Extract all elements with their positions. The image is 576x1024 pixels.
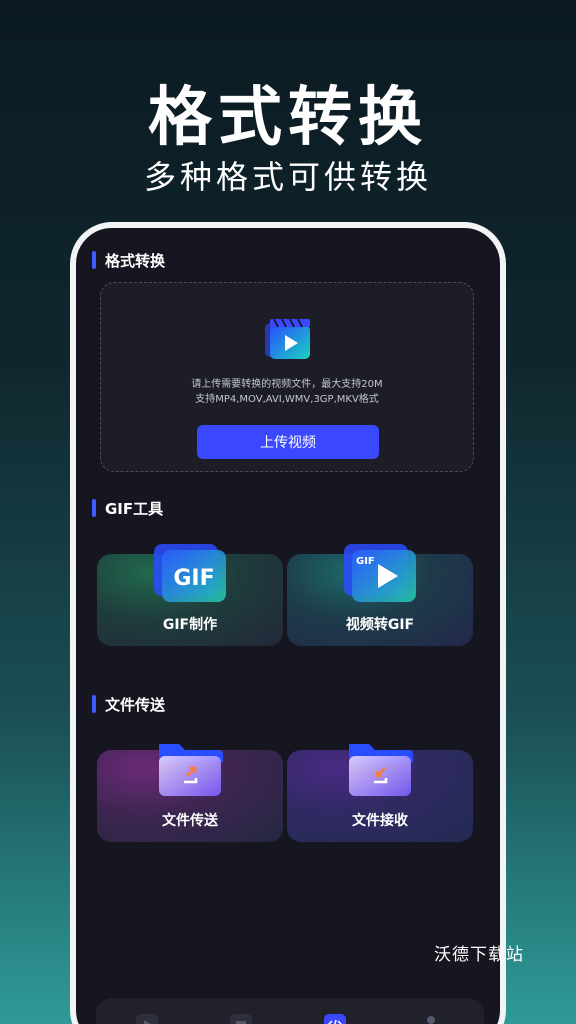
svg-text:GIF: GIF xyxy=(356,556,375,567)
folder-send-icon xyxy=(159,744,223,796)
folder-tab-icon[interactable] xyxy=(230,1014,252,1024)
gif-make-label: GIF制作 xyxy=(162,617,218,633)
section-accent-bar xyxy=(92,695,96,713)
profile-tab-icon[interactable] xyxy=(420,1014,442,1024)
clapperboard-icon xyxy=(265,318,310,359)
section-title-transfer: 文件传送 xyxy=(105,695,166,714)
folder-receive-icon xyxy=(349,744,413,796)
upload-description-line1: 请上传需要转换的视频文件，最大支持20M xyxy=(191,379,383,390)
hero-subtitle: 多种格式可供转换 xyxy=(143,158,432,196)
svg-text:GIF: GIF xyxy=(173,566,214,591)
upload-description: 请上传需要转换的视频文件，最大支持20M 支持MP4,MOV,AVI,WMV,3… xyxy=(101,377,473,407)
phone-screen: 格式转换 请上传需要转换的视频文件，最大支持20M 支持MP4,MOV,AVI,… xyxy=(70,222,506,1024)
video-to-gif-card[interactable]: GIF 视频转GIF xyxy=(287,544,473,646)
upload-video-button[interactable]: 上传视频 xyxy=(197,425,379,459)
section-header-gif: GIF工具 xyxy=(92,498,163,518)
gif-make-card[interactable]: GIF GIF制作 xyxy=(97,544,283,646)
section-header-convert: 格式转换 xyxy=(92,250,165,270)
hero-title: 格式转换 xyxy=(148,81,428,155)
gif-icon: GIF xyxy=(154,544,226,602)
file-receive-label: 文件接收 xyxy=(352,813,408,829)
upload-dropzone[interactable]: 请上传需要转换的视频文件，最大支持20M 支持MP4,MOV,AVI,WMV,3… xyxy=(100,282,474,472)
upload-description-line2: 支持MP4,MOV,AVI,WMV,3GP,MKV格式 xyxy=(195,394,379,405)
video-to-gif-icon: GIF xyxy=(344,544,416,602)
bottom-tab-bar xyxy=(96,998,484,1024)
file-send-card[interactable]: 文件传送 xyxy=(97,744,283,842)
section-title-convert: 格式转换 xyxy=(105,251,166,270)
file-receive-card[interactable]: 文件接收 xyxy=(287,744,473,842)
video-tab-icon[interactable] xyxy=(136,1014,158,1024)
video-to-gif-label: 视频转GIF xyxy=(345,617,415,633)
section-title-gif: GIF工具 xyxy=(105,499,164,518)
section-accent-bar xyxy=(92,251,96,269)
section-header-transfer: 文件传送 xyxy=(92,694,165,714)
file-send-label: 文件传送 xyxy=(162,813,218,829)
section-accent-bar xyxy=(92,499,96,517)
code-tab-icon[interactable] xyxy=(324,1014,346,1024)
watermark-text: 沃德下载站 xyxy=(434,945,524,965)
